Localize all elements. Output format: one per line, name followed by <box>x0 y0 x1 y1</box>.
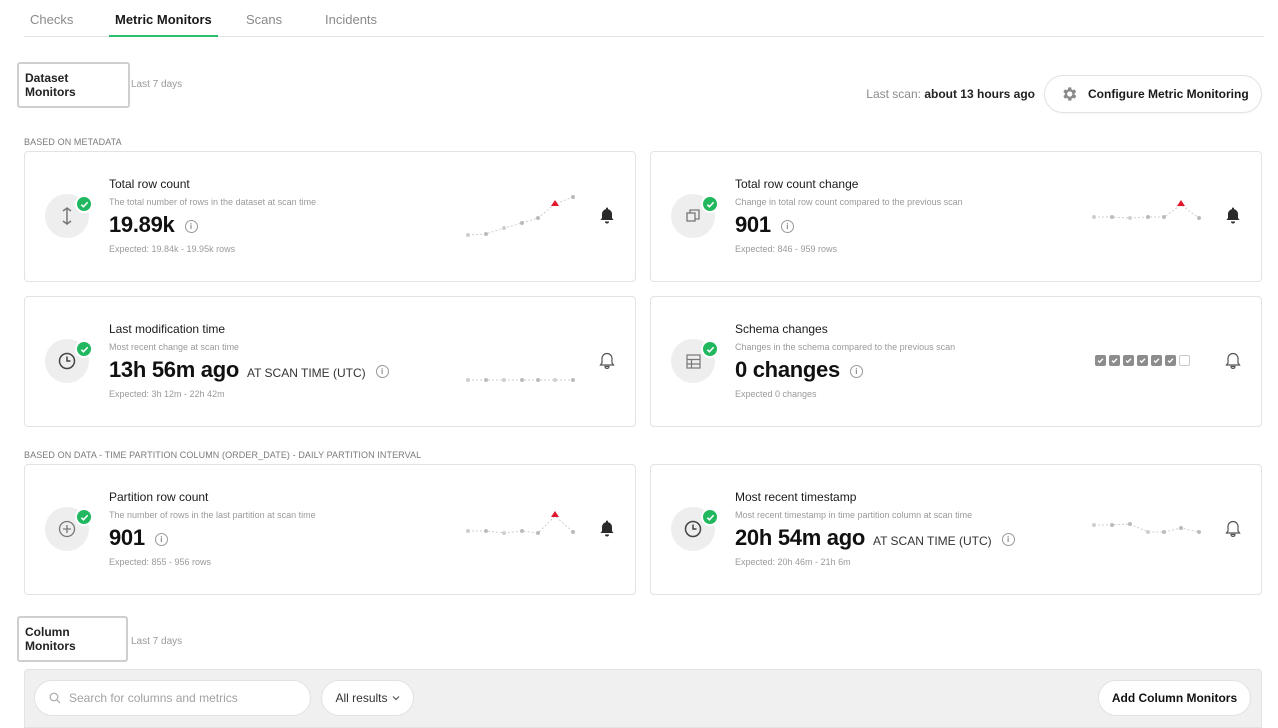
last-scan-label: Last scan: <box>866 87 921 101</box>
search-icon <box>49 692 61 704</box>
configure-metric-monitoring-button[interactable]: Configure Metric Monitoring <box>1044 75 1262 113</box>
card-description: Most recent timestamp in time partition … <box>735 510 973 520</box>
tab-bar: Checks Metric Monitors Scans Incidents <box>24 0 1264 37</box>
monitor-card-most-recent-timestamp[interactable]: Most recent timestamp Most recent timest… <box>650 464 1262 595</box>
info-icon[interactable]: i <box>154 533 168 546</box>
schema-empty-box <box>1179 355 1190 366</box>
schema-check-box <box>1123 355 1134 366</box>
bell-outline-icon[interactable] <box>599 351 615 369</box>
card-value-row: 901 i <box>109 525 168 551</box>
tab-scans[interactable]: Scans <box>246 12 282 37</box>
sparkline <box>466 378 575 382</box>
bell-outline-icon[interactable] <box>1225 351 1241 369</box>
sparkline <box>466 195 575 237</box>
card-title: Last modification time <box>109 322 226 336</box>
check-icon <box>701 508 719 526</box>
column-search[interactable] <box>34 680 311 716</box>
sparkline <box>1092 522 1201 534</box>
card-expected-range: Expected: 3h 12m - 22h 42m <box>109 389 225 399</box>
tab-checks[interactable]: Checks <box>30 12 73 37</box>
bell-filled-icon[interactable] <box>1225 206 1241 224</box>
column-monitors-period: Last 7 days <box>131 636 183 647</box>
card-expected-range: Expected: 855 - 956 rows <box>109 557 212 567</box>
group-label-metadata: BASED ON METADATA <box>24 137 122 147</box>
monitor-card-schema-changes[interactable]: Schema changes Changes in the schema com… <box>650 296 1262 427</box>
card-value-row: 0 changes i <box>735 357 863 383</box>
card-unit: AT SCAN TIME (UTC) <box>246 366 366 380</box>
card-value: 0 changes <box>735 357 840 382</box>
sparkline <box>466 511 575 535</box>
add-column-monitors-button[interactable]: Add Column Monitors <box>1098 680 1251 716</box>
card-value: 901 <box>109 525 145 550</box>
dataset-monitors-title: Dataset Monitors <box>25 71 76 99</box>
card-title: Total row count change <box>735 177 859 191</box>
dataset-monitors-period: Last 7 days <box>131 79 183 90</box>
card-expected-range: Expected: 846 - 959 rows <box>735 244 838 254</box>
card-title: Schema changes <box>735 322 828 336</box>
card-value: 19.89k <box>109 212 175 237</box>
card-description: Changes in the schema compared to the pr… <box>735 342 956 352</box>
card-title: Most recent timestamp <box>735 490 857 504</box>
sparkline <box>1092 200 1201 220</box>
card-title: Total row count <box>109 177 190 191</box>
column-monitors-title: Column Monitors <box>25 625 76 653</box>
info-icon[interactable]: i <box>375 365 389 378</box>
info-icon[interactable]: i <box>184 220 198 233</box>
bell-outline-icon[interactable] <box>1225 519 1241 537</box>
check-icon <box>701 195 719 213</box>
card-description: Change in total row count compared to th… <box>735 197 963 207</box>
results-filter-dropdown[interactable]: All results <box>321 680 414 716</box>
card-expected-range: Expected: 19.84k - 19.95k rows <box>109 244 236 254</box>
filter-label: All results <box>335 691 388 705</box>
search-input[interactable] <box>69 691 289 705</box>
last-scan-status: Last scan: about 13 hours ago <box>866 87 1035 101</box>
card-unit: AT SCAN TIME (UTC) <box>872 534 992 548</box>
check-icon <box>75 195 93 213</box>
group-label-data: BASED ON DATA - TIME PARTITION COLUMN (O… <box>24 450 422 460</box>
card-value-row: 20h 54m ago AT SCAN TIME (UTC) i <box>735 525 1015 551</box>
info-icon[interactable]: i <box>780 220 794 233</box>
schema-check-box <box>1137 355 1148 366</box>
check-icon <box>701 340 719 358</box>
schema-check-box <box>1151 355 1162 366</box>
card-expected-range: Expected 0 changes <box>735 389 817 399</box>
gear-icon <box>1063 87 1077 101</box>
card-value-row: 19.89k i <box>109 212 198 238</box>
monitor-card-total-row-count[interactable]: Total row count The total number of rows… <box>24 151 636 282</box>
configure-button-label: Configure Metric Monitoring <box>1088 87 1249 101</box>
schema-check-box <box>1165 355 1176 366</box>
chevron-down-icon <box>392 696 399 701</box>
card-description: The number of rows in the last partition… <box>109 510 316 520</box>
tab-incidents[interactable]: Incidents <box>325 12 377 37</box>
card-expected-range: Expected: 20h 46m - 21h 6m <box>735 557 851 567</box>
monitor-card-last-modification-time[interactable]: Last modification time Most recent chang… <box>24 296 636 427</box>
card-value-row: 901 i <box>735 212 794 238</box>
bell-filled-icon[interactable] <box>599 206 615 224</box>
tab-metric-monitors[interactable]: Metric Monitors <box>109 12 218 37</box>
card-description: Most recent change at scan time <box>109 342 240 352</box>
card-value: 901 <box>735 212 771 237</box>
dataset-monitors-heading: Dataset Monitors <box>17 62 130 108</box>
card-title: Partition row count <box>109 490 209 504</box>
card-value-row: 13h 56m ago AT SCAN TIME (UTC) i <box>109 357 389 383</box>
schema-history <box>1095 355 1190 366</box>
check-icon <box>75 508 93 526</box>
column-monitors-heading: Column Monitors <box>17 616 128 662</box>
schema-check-box <box>1109 355 1120 366</box>
schema-check-box <box>1095 355 1106 366</box>
card-description: The total number of rows in the dataset … <box>109 197 317 207</box>
info-icon[interactable]: i <box>1001 533 1015 546</box>
bell-filled-icon[interactable] <box>599 519 615 537</box>
monitor-card-total-row-count-change[interactable]: Total row count change Change in total r… <box>650 151 1262 282</box>
column-monitors-toolbar: All results Add Column Monitors <box>24 669 1262 728</box>
card-value: 13h 56m ago <box>109 357 239 382</box>
monitor-card-partition-row-count[interactable]: Partition row count The number of rows i… <box>24 464 636 595</box>
check-icon <box>75 340 93 358</box>
info-icon[interactable]: i <box>849 365 863 378</box>
card-value: 20h 54m ago <box>735 525 865 550</box>
last-scan-value: about 13 hours ago <box>924 87 1035 101</box>
